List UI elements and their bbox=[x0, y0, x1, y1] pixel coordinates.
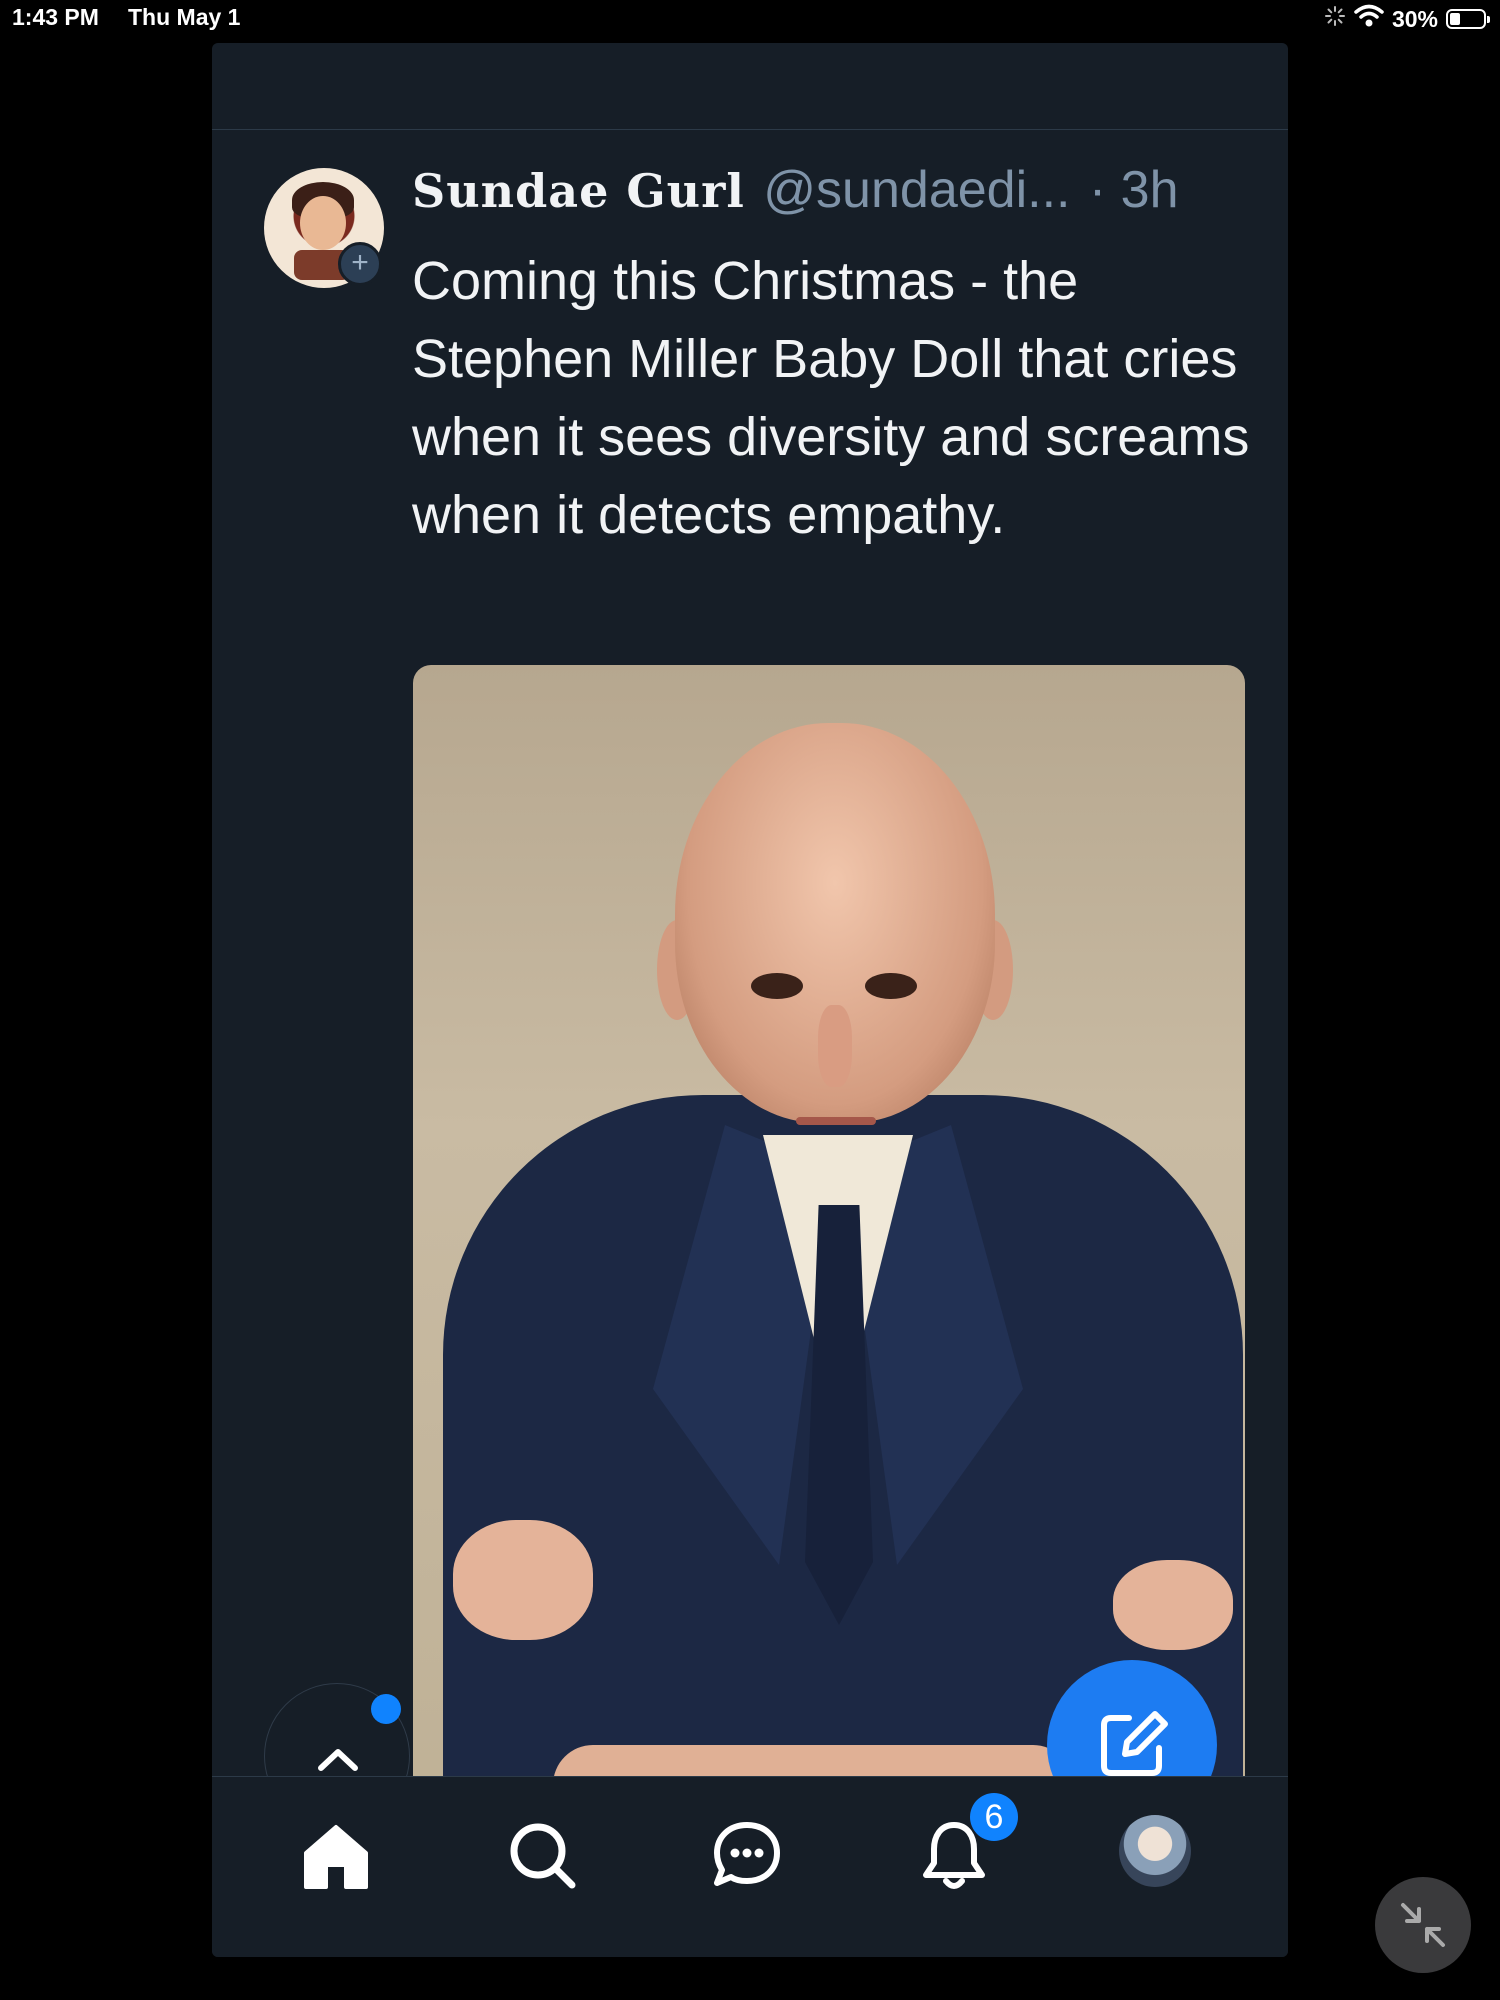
nav-home[interactable] bbox=[296, 1815, 376, 1895]
chat-icon bbox=[714, 1822, 780, 1886]
author-name[interactable]: Sundae Gurl bbox=[412, 164, 745, 218]
post-text: Coming this Christmas - the Stephen Mill… bbox=[412, 251, 1250, 545]
author-avatar[interactable]: + bbox=[264, 168, 384, 288]
battery-icon bbox=[1446, 9, 1490, 29]
doll-nose bbox=[818, 1005, 852, 1087]
bottom-nav: 6 bbox=[212, 1776, 1288, 1957]
post-time: · 3h bbox=[1088, 161, 1179, 219]
shrink-window-button[interactable] bbox=[1375, 1877, 1471, 1973]
app-window: + Sundae Gurl @sundaedi... · 3h Coming t… bbox=[212, 43, 1288, 1957]
new-posts-dot bbox=[371, 1694, 401, 1724]
plus-icon[interactable]: + bbox=[338, 242, 382, 286]
activity-spinner-icon bbox=[1324, 5, 1346, 33]
notification-badge: 6 bbox=[970, 1793, 1018, 1841]
post[interactable]: + Sundae Gurl @sundaedi... · 3h Coming t… bbox=[212, 130, 1288, 1820]
doll-hand bbox=[453, 1520, 593, 1640]
avatar[interactable] bbox=[1119, 1815, 1191, 1887]
nav-profile[interactable] bbox=[1119, 1815, 1199, 1895]
status-time: 1:43 PM bbox=[12, 4, 99, 30]
nav-search[interactable] bbox=[502, 1815, 582, 1895]
doll-eye bbox=[751, 973, 803, 999]
post-header: Sundae Gurl @sundaedi... · 3h bbox=[412, 160, 1252, 230]
search-icon bbox=[510, 1823, 576, 1889]
avatar-face bbox=[300, 196, 346, 250]
status-indicators: 30% bbox=[1324, 4, 1490, 34]
doll-eye bbox=[865, 973, 917, 999]
status-date: Thu May 1 bbox=[128, 4, 241, 30]
battery-level bbox=[1450, 13, 1460, 25]
battery-percent: 30% bbox=[1391, 5, 1438, 32]
doll-mouth bbox=[796, 1117, 876, 1125]
author-handle[interactable]: @sundaedi... bbox=[763, 161, 1070, 219]
home-icon bbox=[304, 1825, 368, 1889]
nav-chat[interactable] bbox=[707, 1815, 787, 1895]
doll-hand bbox=[1113, 1560, 1233, 1650]
post-image[interactable] bbox=[413, 665, 1245, 1820]
nav-notifications[interactable]: 6 bbox=[914, 1793, 1018, 1895]
shrink-arrows-icon bbox=[1401, 1903, 1445, 1947]
wifi-icon bbox=[1354, 4, 1384, 34]
app-header bbox=[212, 43, 1288, 130]
status-bar: 1:43 PM Thu May 1 30% bbox=[0, 0, 1500, 38]
